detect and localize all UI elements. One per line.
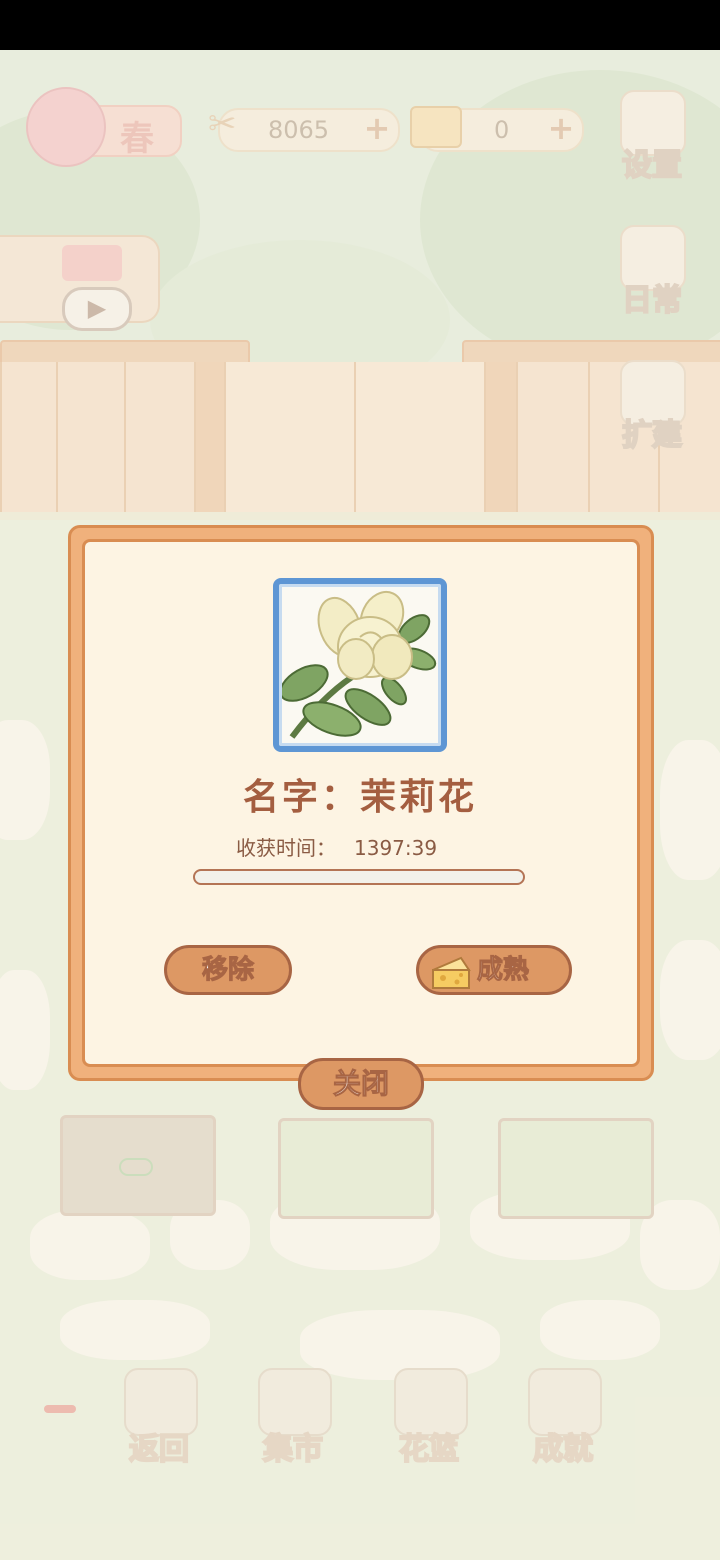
remove-button[interactable]: 移除 <box>164 945 292 995</box>
flower-image-frame <box>273 578 447 752</box>
cheese-icon <box>432 956 471 989</box>
growth-progress-bar <box>193 869 525 885</box>
harvest-time-value: 1397:39 <box>354 836 438 860</box>
jasmine-flower-icon <box>282 590 437 739</box>
close-button[interactable]: 关闭 <box>298 1058 424 1110</box>
harvest-time-row: 收获时间： 1397:39 <box>236 832 437 861</box>
ripen-button[interactable]: 成熟 <box>416 945 572 995</box>
ripen-label: 成熟 <box>476 955 530 986</box>
harvest-time-label: 收获时间： <box>236 836 336 860</box>
plant-name: 名字：茉莉花 <box>242 777 477 818</box>
status-bar <box>0 0 720 50</box>
